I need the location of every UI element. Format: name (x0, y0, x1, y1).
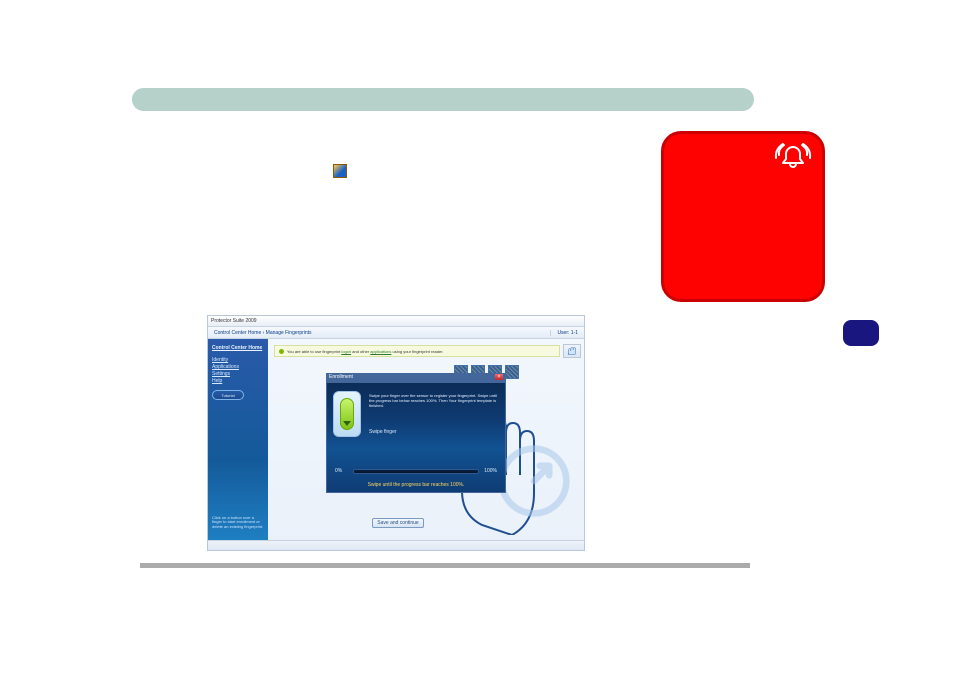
swipe-finger-label: Swipe finger (369, 429, 397, 435)
user-label: User: 1-1 (550, 330, 578, 336)
swipe-until-label: Swipe until the progress bar reaches 100… (327, 482, 505, 488)
tutorial-button-label: Tutorial (221, 393, 234, 398)
enrollment-title: Enrollment (329, 374, 353, 380)
enrollment-instructions: Swipe your finger over the sensor to reg… (369, 393, 499, 409)
inline-icon (333, 164, 347, 178)
progress-bar: 0% 100% (335, 468, 497, 474)
progress-end-label: 100% (483, 468, 497, 474)
footer-rule (140, 563, 750, 568)
sidebar-item-identity[interactable]: Identity (212, 357, 264, 363)
page-number-badge (843, 320, 879, 346)
app-window: Protector Suite 2009 Control Center Home… (207, 315, 585, 551)
app-main: You are able to use fingerprint logon an… (268, 339, 584, 540)
enrollment-dialog: Enrollment × Swipe your finger over the … (326, 373, 506, 493)
sidebar-item-applications[interactable]: Applications (212, 364, 264, 370)
app-toolbar: Control Center Home › Manage Fingerprint… (208, 327, 584, 339)
info-link-logon[interactable]: logon (341, 349, 351, 354)
circle-arrow-icon (496, 443, 572, 519)
close-icon[interactable]: × (495, 374, 503, 380)
info-dot-icon (279, 349, 284, 354)
progress-track (353, 469, 479, 474)
sidebar-item-settings[interactable]: Settings (212, 371, 264, 377)
save-button-label: Save and continue (377, 520, 418, 526)
tutorial-button[interactable]: Tutorial (212, 390, 244, 400)
section-header-bar (132, 88, 754, 111)
sidebar-item-help[interactable]: Help (212, 378, 264, 384)
alarm-callout (661, 131, 825, 302)
app-title: Protector Suite 2009 (211, 318, 257, 324)
app-statusbar (208, 540, 584, 550)
app-sidebar: Control Center Home Identity Application… (208, 339, 268, 540)
info-link-applications[interactable]: applications (370, 349, 391, 354)
swipe-finger-icon (333, 391, 361, 437)
progress-start-label: 0% (335, 468, 349, 474)
save-and-continue-button[interactable]: Save and continue (372, 518, 424, 528)
app-titlebar: Protector Suite 2009 (208, 316, 584, 327)
alarm-bell-icon (773, 142, 813, 172)
info-banner: You are able to use fingerprint logon an… (274, 345, 560, 357)
sidebar-heading: Control Center Home (212, 345, 264, 351)
sidebar-hint: Click on a button over a finger to start… (212, 516, 264, 530)
info-text: You are able to use fingerprint logon an… (287, 349, 443, 354)
breadcrumb: Control Center Home › Manage Fingerprint… (214, 330, 312, 336)
hand-chip-icon[interactable] (563, 344, 581, 358)
